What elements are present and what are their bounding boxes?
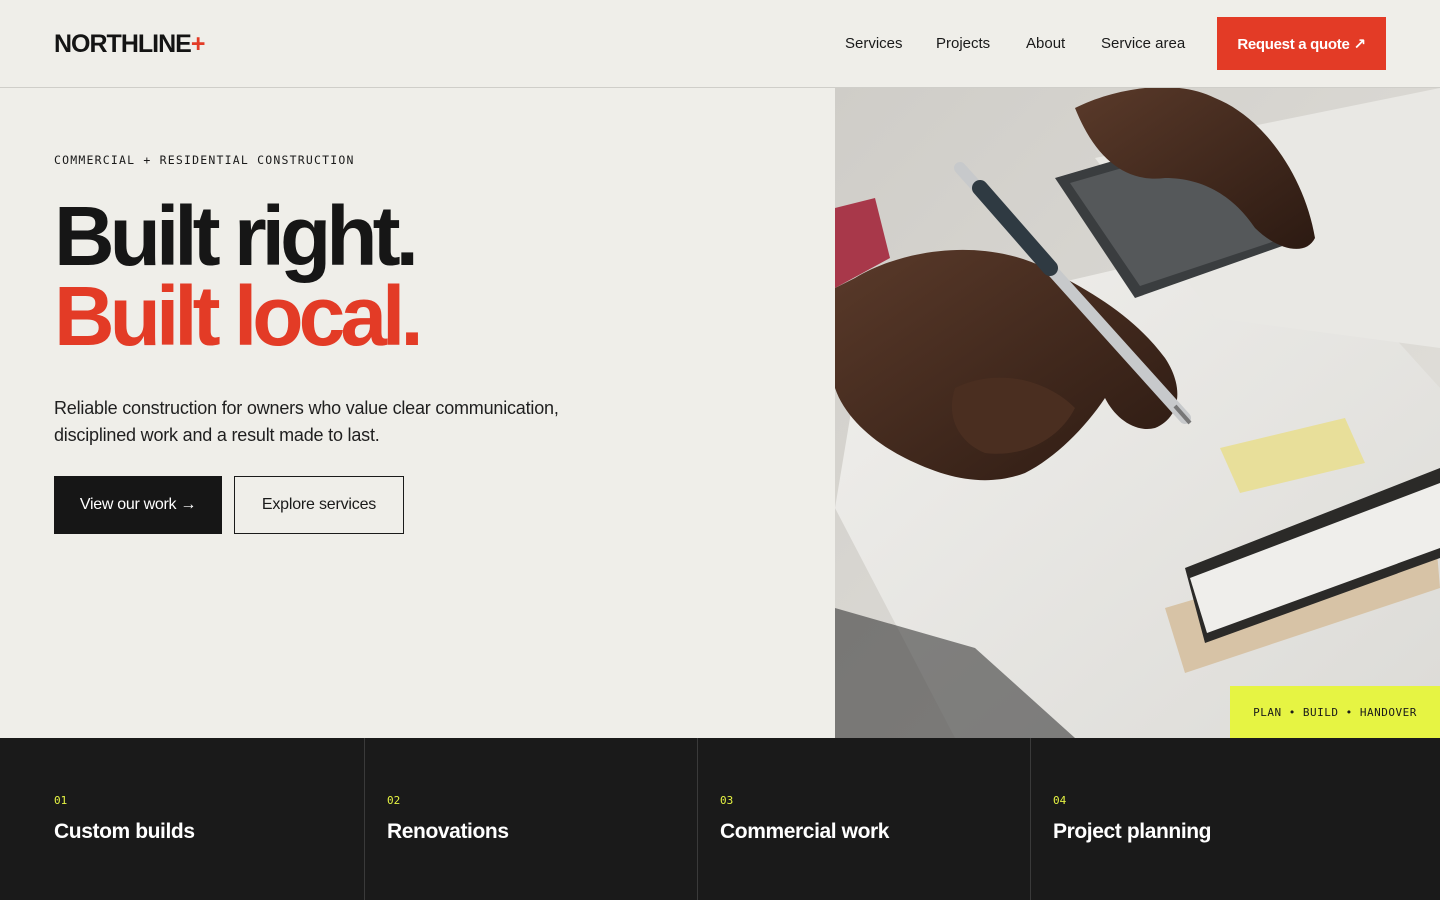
hero-description: Reliable construction for owners who val… bbox=[54, 398, 559, 445]
explore-services-button[interactable]: Explore services bbox=[234, 476, 404, 534]
hero-eyebrow: COMMERCIAL + RESIDENTIAL CONSTRUCTION bbox=[54, 153, 355, 167]
nav-services[interactable]: Services bbox=[845, 35, 903, 52]
service-card-renovations[interactable]: 02 Renovations bbox=[364, 738, 698, 900]
service-title: Custom builds bbox=[54, 820, 195, 843]
nav-about[interactable]: About bbox=[1026, 35, 1065, 52]
service-number: 01 bbox=[54, 794, 68, 807]
headline-line-2: Built local. bbox=[54, 269, 424, 363]
headline-line-1: Built right. bbox=[54, 189, 419, 283]
nav-service-area[interactable]: Service area bbox=[1101, 35, 1185, 52]
service-number: 02 bbox=[387, 794, 401, 807]
service-title: Project planning bbox=[1053, 820, 1212, 843]
service-number: 04 bbox=[1053, 794, 1067, 807]
service-card-project-planning[interactable]: 04 Project planning bbox=[1030, 738, 1440, 900]
process-tag: PLAN • BUILD • HANDOVER bbox=[1230, 686, 1440, 738]
logo[interactable]: NORTHLINE+ bbox=[54, 30, 206, 59]
hero-photo bbox=[835, 88, 1440, 738]
service-title: Renovations bbox=[387, 820, 509, 843]
service-card-custom-builds[interactable]: 01 Custom builds bbox=[0, 738, 365, 900]
hero-headline: Built right. Built local. bbox=[54, 189, 424, 363]
nav-projects[interactable]: Projects bbox=[936, 35, 990, 52]
service-card-commercial-work[interactable]: 03 Commercial work bbox=[697, 738, 1031, 900]
view-work-button[interactable]: View our work → bbox=[54, 476, 222, 534]
site-header: NORTHLINE+ Services Projects About Servi… bbox=[0, 0, 1440, 88]
service-title: Commercial work bbox=[720, 820, 890, 843]
logo-text: NORTHLINE bbox=[54, 30, 192, 58]
request-quote-button[interactable]: Request a quote ↗ bbox=[1217, 17, 1386, 70]
services-strip: 01 Custom builds 02 Renovations 03 Comme… bbox=[0, 738, 1440, 900]
service-number: 03 bbox=[720, 794, 734, 807]
logo-plus-icon: + bbox=[190, 30, 206, 58]
